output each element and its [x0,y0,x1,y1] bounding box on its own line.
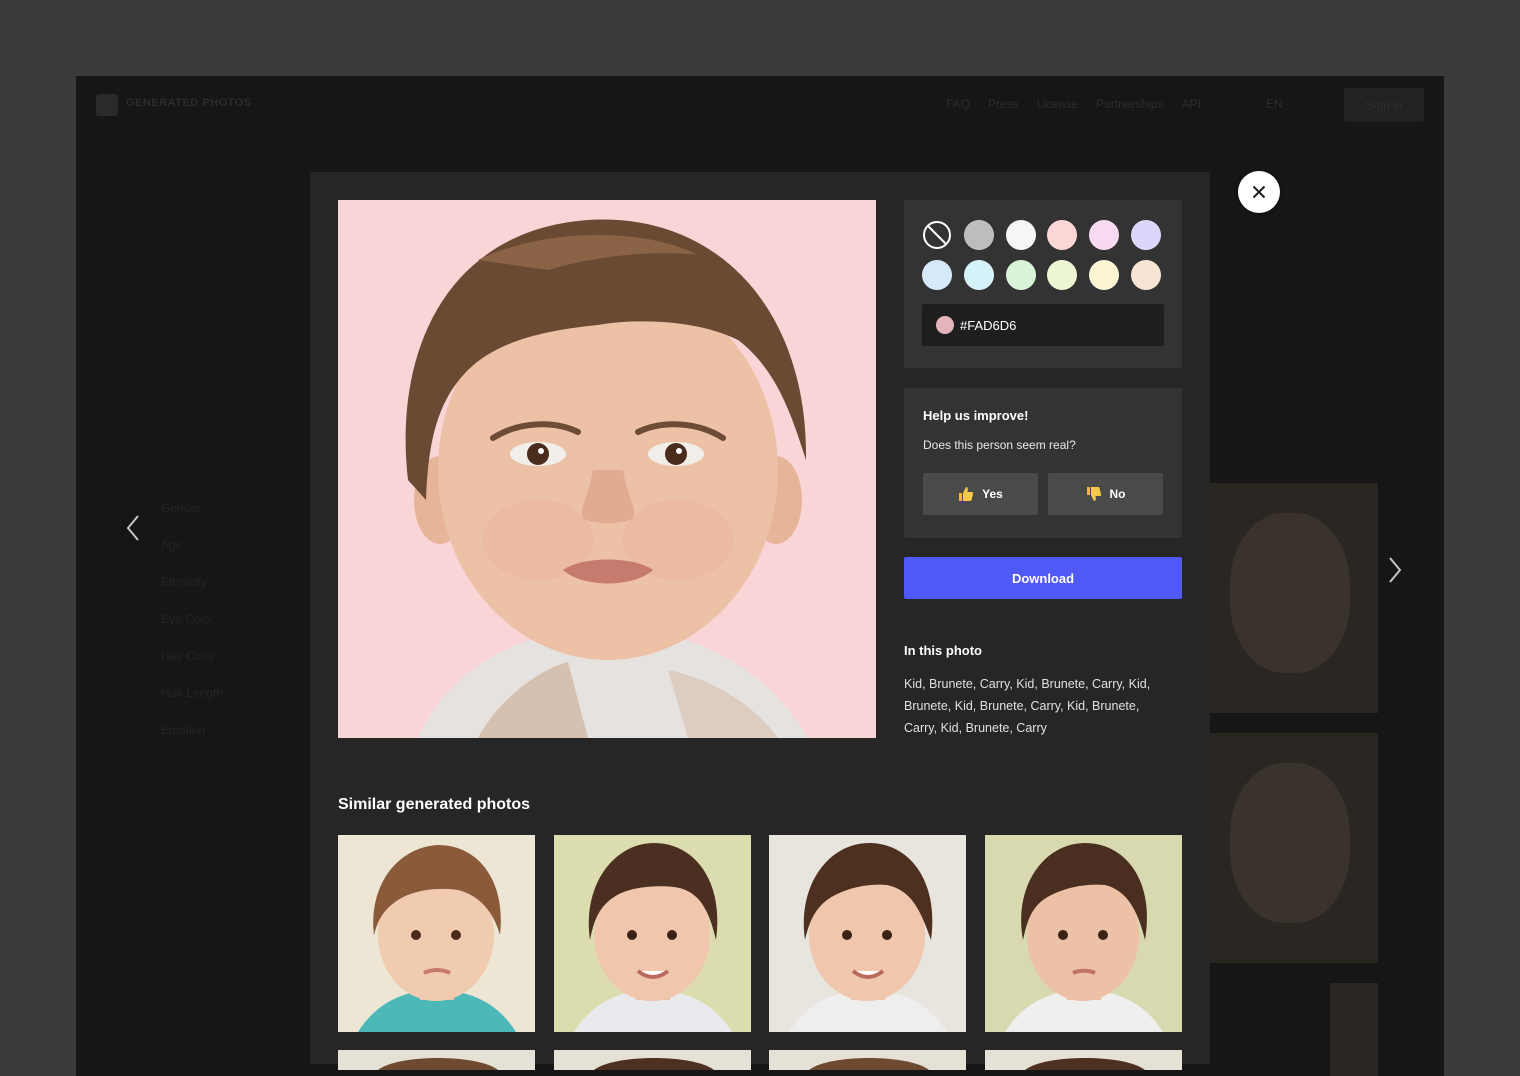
in-this-photo-title: In this photo [904,643,982,658]
close-icon [1252,185,1266,199]
similar-face-image [553,835,751,1032]
filter-hair-color: Hair Color [161,649,216,663]
background-photo [1210,733,1378,963]
filter-ethnicity: Ethnicity [161,575,207,589]
feedback-question: Does this person seem real? [923,438,1076,452]
hex-color-input[interactable]: #FAD6D6 [922,304,1164,346]
nav-links: FAQ Press License Partnerships API [946,97,1201,111]
generated-face-image [338,200,876,738]
similar-face-image [769,835,967,1032]
similar-photo-4[interactable] [985,835,1183,1032]
similar-photo-7[interactable] [769,1050,967,1070]
swatch-white[interactable] [1005,220,1036,250]
background-photo [1330,983,1378,1076]
no-label: No [1109,487,1126,501]
yes-button[interactable]: Yes [923,473,1038,515]
filter-age: Age [161,538,183,552]
thumbs-down-icon [1086,487,1101,501]
similar-photos-title: Similar generated photos [338,796,531,813]
main-photo [338,200,876,738]
hex-color-preview [936,316,954,334]
similar-photo-1[interactable] [338,835,535,1032]
next-arrow-icon[interactable] [1384,554,1404,586]
close-modal-button[interactable] [1238,171,1280,213]
download-button[interactable]: Download [904,557,1182,599]
swatch-lavender[interactable] [1130,220,1161,250]
background-color-picker: #FAD6D6 [904,200,1182,368]
similar-photo-8[interactable] [985,1050,1183,1070]
previous-arrow-icon[interactable] [124,512,144,544]
hex-color-value: #FAD6D6 [960,317,1017,333]
background-photo [1210,483,1378,713]
swatch-cyan[interactable] [963,260,994,290]
swatch-peach[interactable] [1130,260,1161,290]
swatch-light-pink[interactable] [1089,220,1120,250]
feedback-title: Help us improve! [923,408,1029,423]
similar-face-image [985,835,1183,1032]
nav-link-license: License [1036,97,1079,111]
swatch-light-blue[interactable] [922,260,952,290]
swatch-none[interactable] [922,220,952,250]
background-navbar: GENERATED PHOTOS FAQ Press License Partn… [76,76,1444,132]
similar-photo-2[interactable] [553,835,751,1032]
filter-eye-color: Eye Color [161,612,214,626]
nav-link-faq: FAQ [946,97,971,111]
similar-face-image [338,835,535,1032]
feedback-card: Help us improve! Does this person seem r… [904,388,1182,538]
background-filters: Gender Age Ethnicity Eye Color Hair Colo… [161,501,223,760]
similar-photo-3[interactable] [769,835,967,1032]
sign-in-button: Sign in [1344,88,1424,122]
similar-face-image [338,1050,535,1070]
photo-tags: Kid, Brunete, Carry, Kid, Brunete, Carry… [904,677,1151,735]
language-selector: EN [1266,97,1283,111]
brand-logo-icon [96,94,118,116]
yes-label: Yes [982,487,1003,501]
swatch-gray[interactable] [963,220,994,250]
no-button[interactable]: No [1048,473,1163,515]
no-color-icon [923,221,951,249]
swatch-cream[interactable] [1089,260,1120,290]
filter-gender: Gender [161,501,202,515]
similar-photo-5[interactable] [338,1050,535,1070]
similar-face-image [769,1050,967,1070]
color-swatches [922,220,1164,290]
side-panel: #FAD6D6 Help us improve! Does this perso… [904,200,1182,739]
filter-hair-length: Hair Length [161,686,224,700]
similar-face-image [553,1050,751,1070]
swatch-lime[interactable] [1047,260,1078,290]
filter-emotion: Emotion [161,723,206,737]
similar-face-image [985,1050,1183,1070]
thumbs-up-icon [959,487,974,501]
swatch-mint[interactable] [1005,260,1036,290]
nav-link-partnerships: Partnerships [1096,97,1164,111]
nav-link-press: Press [988,97,1019,111]
swatch-pink[interactable] [1047,220,1078,250]
similar-photo-6[interactable] [553,1050,751,1070]
photo-modal: #FAD6D6 Help us improve! Does this perso… [310,172,1210,1070]
nav-link-api: API [1181,97,1201,111]
brand-name: GENERATED PHOTOS [126,97,252,109]
similar-photos-grid [338,835,1183,1070]
